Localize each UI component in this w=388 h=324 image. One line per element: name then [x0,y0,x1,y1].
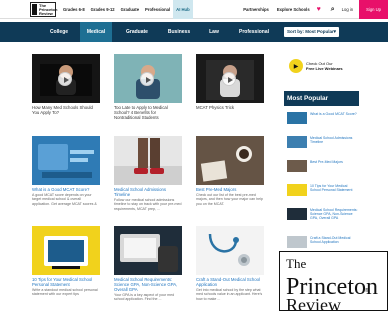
thumbnail-image [196,136,264,185]
popular-title[interactable]: Best Pre-Med Majors [310,160,358,164]
popular-thumbnail [287,236,307,248]
card-description: Check out our list of the best pre-med m… [196,193,263,206]
video-thumbnail[interactable] [114,54,182,103]
nav-item-ai-hub[interactable]: AI Hub [173,0,193,19]
card-description: Follow our medical school admissions tim… [114,198,182,211]
chevron-down-icon: ▾ [333,29,336,35]
thumbnail-image [114,226,182,275]
nav-item-grades-9-12[interactable]: Grades 9-12 [88,0,118,19]
card-title[interactable]: MCAT Physics Trick [196,105,264,110]
popular-thumbnail [287,136,307,148]
popular-item[interactable]: Medical School Requirements: Science GPA… [284,206,359,226]
webinar-line-2: Free Live Webinars [306,66,343,71]
nav-item-partnerships[interactable]: Partnerships [239,7,273,12]
most-popular-heading: Most Popular [284,91,359,106]
sort-dropdown[interactable]: Sort by: Most Popular ▾ [284,27,339,37]
login-link[interactable]: Log in [342,7,353,12]
tab-medical[interactable]: Medical [80,22,112,42]
tab-graduate[interactable]: Graduate [120,22,154,42]
card-title[interactable]: Medical School Requirements: Science GPA… [114,277,182,293]
nav-item-grades-6-8[interactable]: Grades 6-8 [60,0,88,19]
heart-icon[interactable]: ♥ [314,5,324,15]
webinar-cta[interactable]: ▶ Check Out Our Free Live Webinars [284,56,359,78]
tab-business[interactable]: Business [162,22,196,42]
top-header: The Princeton Review Grades 6-8 Grades 9… [0,0,388,19]
article-thumbnail[interactable] [196,136,264,185]
brand-line-3: Review [286,295,341,315]
nav-item-professional[interactable]: Professional [142,0,173,19]
category-tabs: College Medical Graduate Business Law Pr… [0,22,388,42]
article-thumbnail[interactable] [196,226,264,275]
popular-title[interactable]: What is a Good MCAT Score? [310,112,358,116]
article-thumbnail[interactable] [32,226,100,275]
article-thumbnail[interactable] [114,136,182,185]
brand-line-1: The [286,256,307,271]
princeton-review-watermark: The Princeton Review ® [279,251,388,315]
card-description: Write a standout medical school personal… [32,288,98,297]
popular-thumbnail [287,112,307,124]
tab-professional[interactable]: Professional [234,22,274,42]
popular-item[interactable]: Medical School Admissions Timeline [284,134,359,154]
video-thumbnail[interactable] [196,54,264,103]
logo-text: The Princeton Review [39,2,58,16]
card-title[interactable]: What is a Good MCAT Score? [32,187,100,192]
popular-title[interactable]: 10 Tips for Your Medical School Personal… [310,184,358,192]
signup-button[interactable]: Sign Up [359,0,388,19]
thumbnail-image [32,136,100,185]
popular-thumbnail [287,208,307,220]
search-icon[interactable]: ⌕ [328,5,338,15]
popular-item[interactable]: 10 Tips for Your Medical School Personal… [284,182,359,202]
card-title[interactable]: Medical School Admissions Timeline [114,187,182,197]
card-description: A good MCAT score depends on your target… [32,193,97,206]
popular-item[interactable]: What is a Good MCAT Score? [284,110,359,130]
card-title[interactable]: Best Pre-Med Majors [196,187,264,192]
popular-title[interactable]: Craft a Stand-Out Medical School Applica… [310,236,358,244]
main-nav: Grades 6-8 Grades 9-12 Graduate Professi… [60,0,193,19]
registered-mark-icon: ® [365,288,369,294]
popular-title[interactable]: Medical School Admissions Timeline [310,136,358,144]
card-description: Get into medical school by the step what… [196,288,263,301]
logo-mark-icon [32,4,37,15]
card-title[interactable]: Too Late to Apply to Medical School? 4 B… [114,105,182,121]
webinar-badge-icon: ▶ [289,59,303,73]
thumbnail-image [32,226,100,275]
article-thumbnail[interactable] [114,226,182,275]
sort-label: Sort by: Most Popular [287,29,334,34]
play-icon[interactable] [222,72,236,86]
popular-title[interactable]: Medical School Requirements: Science GPA… [310,208,358,221]
popular-thumbnail [287,160,307,172]
popular-thumbnail [287,184,307,196]
thumbnail-image [114,136,182,185]
tab-law[interactable]: Law [202,22,226,42]
card-description: Your GPA is a key aspect of your med sch… [114,293,175,302]
popular-item[interactable]: Best Pre-Med Majors [284,158,359,178]
article-thumbnail[interactable] [32,136,100,185]
video-thumbnail[interactable] [32,54,100,103]
tab-college[interactable]: College [42,22,76,42]
card-title[interactable]: How Many Med Schools Should You Apply To… [32,105,100,115]
nav-item-graduate[interactable]: Graduate [118,0,142,19]
right-nav: Partnerships Explore Schools ♥ ⌕ Log in … [239,0,388,19]
thumbnail-image [196,226,264,275]
play-icon[interactable] [140,72,154,86]
card-title[interactable]: Craft a Stand-Out Medical School Applica… [196,277,264,287]
nav-item-explore-schools[interactable]: Explore Schools [273,7,314,12]
card-title[interactable]: 10 Tips for Your Medical School Personal… [32,277,100,287]
webinar-text: Check Out Our Free Live Webinars [306,61,343,71]
site-logo[interactable]: The Princeton Review [30,2,58,17]
play-icon[interactable] [58,72,72,86]
